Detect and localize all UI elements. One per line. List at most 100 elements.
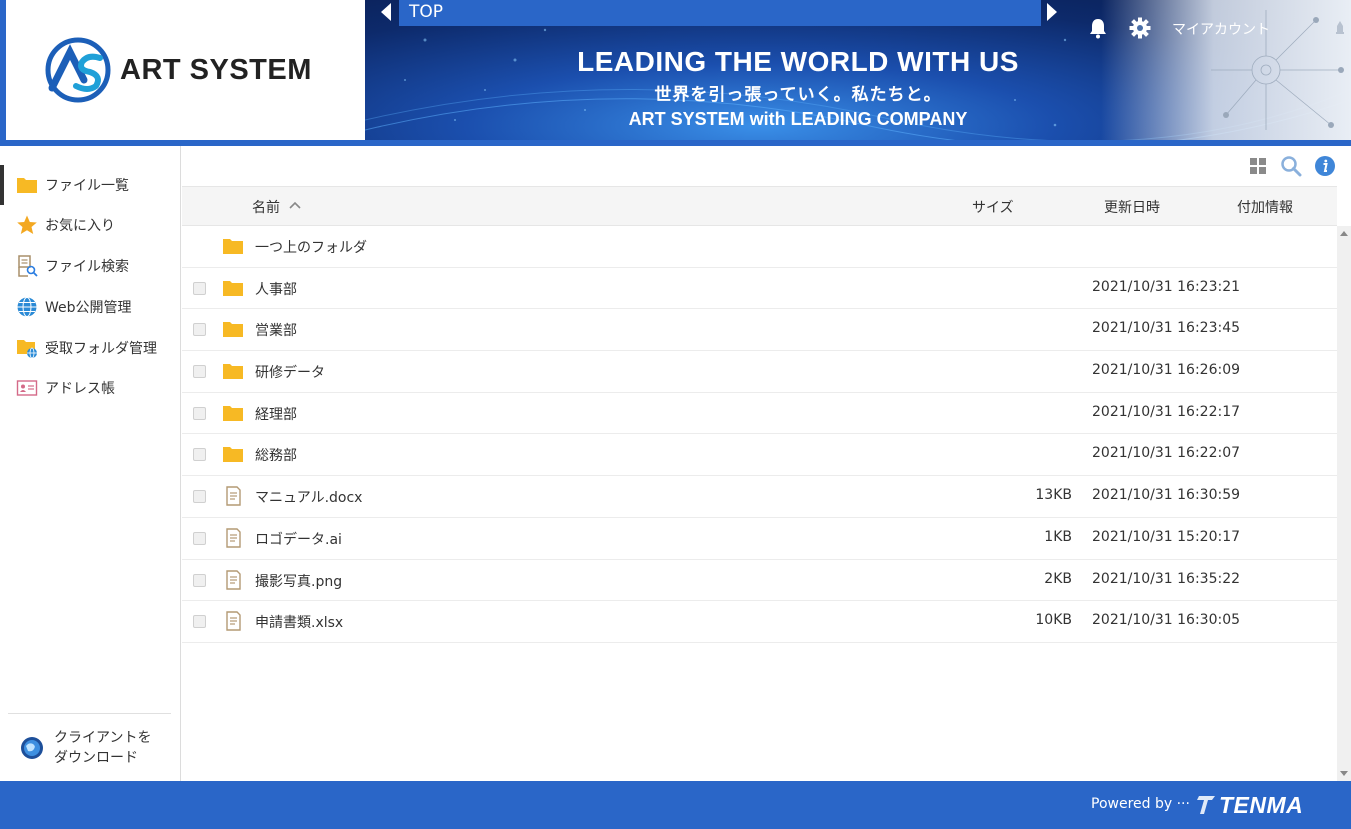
my-account-link[interactable]: マイアカウント xyxy=(1172,19,1270,39)
gear-icon[interactable] xyxy=(1128,16,1152,40)
sidebar-item-file-search[interactable]: ファイル検索 xyxy=(0,246,181,286)
sidebar-item-web-publish[interactable]: Web公開管理 xyxy=(0,287,181,327)
download-client-button[interactable]: クライアントを ダウンロード xyxy=(20,728,151,768)
sidebar-item-label: ファイル検索 xyxy=(45,259,129,275)
folder-icon xyxy=(223,405,243,421)
powered-by-label: Powered by ··· xyxy=(1091,796,1190,812)
file-modified: 2021/10/31 16:35:22 xyxy=(1092,570,1241,587)
download-client-label: クライアントを ダウンロード xyxy=(54,730,152,766)
row-checkbox[interactable] xyxy=(193,615,206,629)
vertical-scrollbar[interactable] xyxy=(1337,226,1351,781)
logo[interactable]: ART SYSTEM xyxy=(6,0,365,140)
nav-back-icon[interactable] xyxy=(381,3,391,21)
file-name: マニュアル.docx xyxy=(255,490,363,507)
star-icon xyxy=(17,215,37,234)
app-root: ART SYSTEM TOP LEADING THE WORLD WITH US… xyxy=(0,0,1351,829)
sidebar-item-label: ファイル一覧 xyxy=(45,178,129,194)
column-name[interactable]: 名前 xyxy=(252,197,280,217)
address-book-icon xyxy=(16,380,38,396)
info-icon[interactable] xyxy=(1314,155,1336,177)
row-checkbox[interactable] xyxy=(193,406,206,420)
table-row[interactable]: 営業部 2021/10/31 16:23:45 xyxy=(182,309,1337,352)
document-icon xyxy=(226,486,241,506)
search-icon[interactable] xyxy=(1280,155,1302,177)
sidebar-item-label: 受取フォルダ管理 xyxy=(45,341,157,357)
sidebar-divider xyxy=(8,713,171,714)
scroll-down-icon[interactable] xyxy=(1340,771,1348,776)
grid-view-icon[interactable] xyxy=(1247,155,1269,177)
tenma-logo-icon xyxy=(1197,796,1215,814)
file-modified: 2021/10/31 15:20:17 xyxy=(1092,528,1241,545)
column-size[interactable]: サイズ xyxy=(972,197,1014,217)
file-size: 13KB xyxy=(1035,487,1072,504)
row-checkbox[interactable] xyxy=(193,281,206,295)
file-modified: 2021/10/31 16:30:05 xyxy=(1092,612,1241,629)
folder-icon xyxy=(223,322,243,338)
table-header: 名前 サイズ 更新日時 付加情報 xyxy=(182,186,1337,226)
sidebar-item-file-list[interactable]: ファイル一覧 xyxy=(0,165,181,205)
file-name: 営業部 xyxy=(255,323,297,340)
table-row[interactable]: 撮影写真.png 2KB 2021/10/31 16:35:22 xyxy=(182,560,1337,602)
table-row[interactable]: 総務部 2021/10/31 16:22:07 xyxy=(182,434,1337,477)
file-modified: 2021/10/31 16:22:07 xyxy=(1092,445,1241,462)
sidebar-item-label: お気に入り xyxy=(45,218,115,234)
table-row[interactable]: 人事部 2021/10/31 16:23:21 xyxy=(182,268,1337,310)
tenma-brand: TENMA xyxy=(1219,792,1304,818)
banner-tagline: ART SYSTEM with LEADING COMPANY xyxy=(628,109,968,129)
row-checkbox[interactable] xyxy=(193,365,206,379)
sidebar-item-receive-folder[interactable]: 受取フォルダ管理 xyxy=(0,328,181,368)
sort-ascending-icon[interactable] xyxy=(289,201,301,209)
banner-subheadline: 世界を引っ張っていく。私たちと。 xyxy=(654,85,942,105)
file-name: 申請書類.xlsx xyxy=(255,615,344,632)
file-name: 総務部 xyxy=(255,448,297,465)
row-checkbox[interactable] xyxy=(193,448,206,462)
folder-icon xyxy=(223,447,243,463)
row-checkbox[interactable] xyxy=(193,573,206,587)
table-row[interactable]: ロゴデータ.ai 1KB 2021/10/31 15:20:17 xyxy=(182,518,1337,560)
file-size: 10KB xyxy=(1035,612,1072,629)
scroll-up-icon[interactable] xyxy=(1340,231,1348,236)
user-pin-icon[interactable] xyxy=(1334,20,1346,36)
column-modified[interactable]: 更新日時 xyxy=(1104,197,1160,217)
sidebar: ファイル一覧 お気に入り ファイル検索 Web公開管理 受取フォルダ管理 アドレ… xyxy=(0,146,181,781)
file-size: 2KB xyxy=(1044,570,1072,587)
table-row[interactable]: マニュアル.docx 13KB 2021/10/31 16:30:59 xyxy=(182,476,1337,518)
row-checkbox[interactable] xyxy=(193,490,206,504)
table-row[interactable]: 研修データ 2021/10/31 16:26:09 xyxy=(182,351,1337,393)
banner-text: LEADING THE WORLD WITH US 世界を引っ張っていく。私たち… xyxy=(365,46,1231,130)
file-name: 研修データ xyxy=(255,365,325,382)
folder-icon xyxy=(223,280,243,296)
row-checkbox[interactable] xyxy=(193,323,206,337)
folder-icon xyxy=(17,178,37,193)
banner-headline: LEADING THE WORLD WITH US xyxy=(577,46,1019,77)
file-name: 一つ上のフォルダ xyxy=(255,240,367,256)
file-size: 1KB xyxy=(1044,528,1072,545)
art-system-logo-icon xyxy=(45,37,111,103)
file-modified: 2021/10/31 16:26:09 xyxy=(1092,362,1241,379)
document-icon xyxy=(226,569,241,590)
nav-forward-icon[interactable] xyxy=(1047,3,1057,21)
sidebar-item-address-book[interactable]: アドレス帳 xyxy=(0,368,181,408)
bell-icon[interactable] xyxy=(1086,16,1110,40)
file-name: 経理部 xyxy=(255,406,297,423)
folder-globe-icon xyxy=(17,340,37,359)
folder-icon xyxy=(223,239,243,254)
row-checkbox[interactable] xyxy=(193,531,206,545)
file-modified: 2021/10/31 16:22:17 xyxy=(1092,403,1241,420)
footer: Powered by ··· TENMA xyxy=(0,781,1351,829)
logo-text: ART SYSTEM xyxy=(120,53,312,86)
parent-folder-row[interactable]: 一つ上のフォルダ xyxy=(182,226,1337,268)
document-icon xyxy=(226,528,241,548)
file-modified: 2021/10/31 16:23:45 xyxy=(1092,320,1241,337)
table-row[interactable]: 申請書類.xlsx 10KB 2021/10/31 16:30:05 xyxy=(182,601,1337,643)
sidebar-item-label: アドレス帳 xyxy=(45,381,115,397)
table-row[interactable]: 経理部 2021/10/31 16:22:17 xyxy=(182,393,1337,435)
file-search-icon xyxy=(18,255,38,277)
document-icon xyxy=(226,611,241,631)
sidebar-item-favorites[interactable]: お気に入り xyxy=(0,205,181,245)
breadcrumb[interactable]: TOP xyxy=(399,0,1041,26)
file-list-panel: 名前 サイズ 更新日時 付加情報 一つ上のフォルダ 人事部 2021/10/31… xyxy=(182,146,1351,781)
column-info[interactable]: 付加情報 xyxy=(1237,197,1293,217)
file-modified: 2021/10/31 16:30:59 xyxy=(1092,487,1241,504)
header: ART SYSTEM TOP LEADING THE WORLD WITH US… xyxy=(0,0,1351,146)
